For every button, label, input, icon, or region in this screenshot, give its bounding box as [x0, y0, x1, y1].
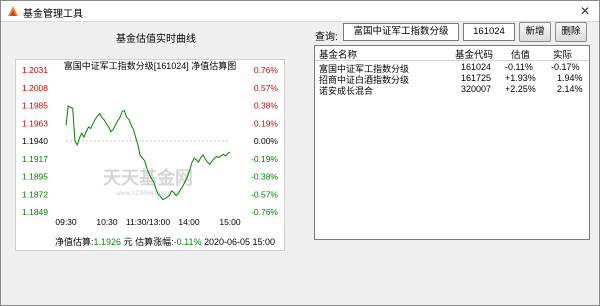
fund-actual-cell: -0.17% [551, 62, 580, 72]
column-header-code[interactable]: 基金代码 [455, 47, 493, 61]
delete-button[interactable]: 删除 [555, 22, 587, 42]
fund-estimate-cell: +2.25% [505, 84, 536, 94]
y-tick-label-left: 1.1963 [22, 118, 48, 128]
add-button[interactable]: 新增 [519, 22, 551, 42]
fund-code-cell: 320007 [461, 84, 492, 94]
column-header-name[interactable]: 基金名称 [319, 47, 357, 61]
x-tick-label: 10:30 [96, 217, 118, 227]
app-window: 基金管理工具 ✕ 基金估值实时曲线 富国中证军工指数分级[161024] 净值估… [0, 0, 600, 306]
close-button[interactable]: ✕ [577, 3, 593, 19]
chart-area: 富国中证军工指数分级[161024] 净值估算图 1.2031 0.76% 1.200… [15, 59, 285, 251]
y-tick-label-left: 1.2008 [22, 83, 48, 93]
chart-panel: 基金估值实时曲线 富国中证军工指数分级[161024] 净值估算图 1.2031 0… [7, 21, 305, 295]
y-tick-label-right: 0.00% [254, 136, 279, 146]
y-tick-label-right: 0.57% [254, 83, 279, 93]
window-title: 基金管理工具 [23, 9, 83, 20]
fund-name-cell: 诺安成长混合 [319, 86, 374, 96]
fund-code-cell: 161024 [461, 62, 492, 72]
fund-code-input[interactable]: 161024 [463, 23, 515, 41]
y-tick-label-right: 0.76% [254, 65, 279, 75]
fund-actual-cell: 2.14% [557, 84, 583, 94]
nav-unit: 元 [123, 237, 133, 247]
y-tick-label-left: 1.1872 [22, 189, 48, 199]
fund-list-header: 基金名称 基金代码 估值 实际 [315, 46, 589, 61]
change-label: 估算涨幅: [135, 237, 174, 247]
nav-estimate-label: 净值估算: [55, 237, 94, 247]
x-tick-label: 14:00 [178, 217, 200, 227]
x-tick-label: 11:30/13:00 [126, 217, 171, 227]
column-header-actual[interactable]: 实际 [553, 47, 572, 61]
y-tick-label-right: -0.76% [251, 207, 278, 217]
fund-list[interactable]: 基金名称 基金代码 估值 实际 富国中证军工指数分级 161024 -0.11%… [314, 45, 590, 240]
fund-name-input[interactable]: 富国中证军工指数分级 [343, 23, 459, 41]
y-tick-label-left: 1.2031 [22, 65, 48, 75]
y-tick-label-right: -0.19% [251, 154, 278, 164]
app-logo-icon [8, 6, 18, 16]
y-tick-label-right: -0.57% [251, 189, 278, 199]
chart-heading: 基金估值实时曲线 [116, 34, 196, 45]
fund-code-cell: 161725 [461, 73, 492, 83]
fund-row[interactable]: 招商中证白酒指数分级 161725 +1.93% 1.94% [315, 73, 589, 85]
y-tick-label-right: -0.38% [251, 172, 278, 182]
y-tick-label-right: 0.38% [254, 101, 279, 111]
chart-title: 富国中证军工指数分级[161024] 净值估算图 [64, 60, 237, 71]
query-label: 查询: [315, 32, 338, 43]
x-tick-label: 15:00 [219, 217, 241, 227]
y-tick-label-left: 1.1917 [22, 154, 48, 164]
y-tick-label-left: 1.1985 [22, 101, 48, 111]
fund-row[interactable]: 富国中证军工指数分级 161024 -0.11% -0.17% [315, 62, 589, 74]
estimate-summary: 净值估算:1.1926 元 估算涨幅:-0.11% 2020-06-05 15:… [55, 235, 275, 248]
y-tick-label-left: 1.1895 [22, 172, 48, 182]
close-icon[interactable]: ✕ [580, 4, 590, 18]
nav-estimate-chart: 富国中证军工指数分级[161024] 净值估算图 1.2031 0.76% 1.200… [22, 60, 279, 227]
fund-row[interactable]: 诺安成长混合 320007 +2.25% 2.14% [315, 84, 589, 96]
y-tick-label-left: 1.1849 [22, 207, 48, 217]
title-bar: 基金管理工具 ✕ [1, 1, 599, 22]
fund-estimate-cell: -0.11% [505, 62, 533, 72]
column-header-estimate[interactable]: 估值 [511, 47, 530, 61]
y-tick-label-right: 0.19% [254, 118, 279, 128]
fund-actual-cell: 1.94% [557, 73, 583, 83]
nav-estimate-value: 1.1926 [93, 237, 122, 247]
estimate-timestamp: 2020-06-05 15:00 [203, 237, 276, 247]
x-tick-label: 09:30 [55, 217, 77, 227]
change-value: -0.11% [173, 237, 202, 247]
y-tick-label-left: 1.1940 [22, 136, 48, 146]
fund-estimate-cell: +1.93% [505, 73, 536, 83]
